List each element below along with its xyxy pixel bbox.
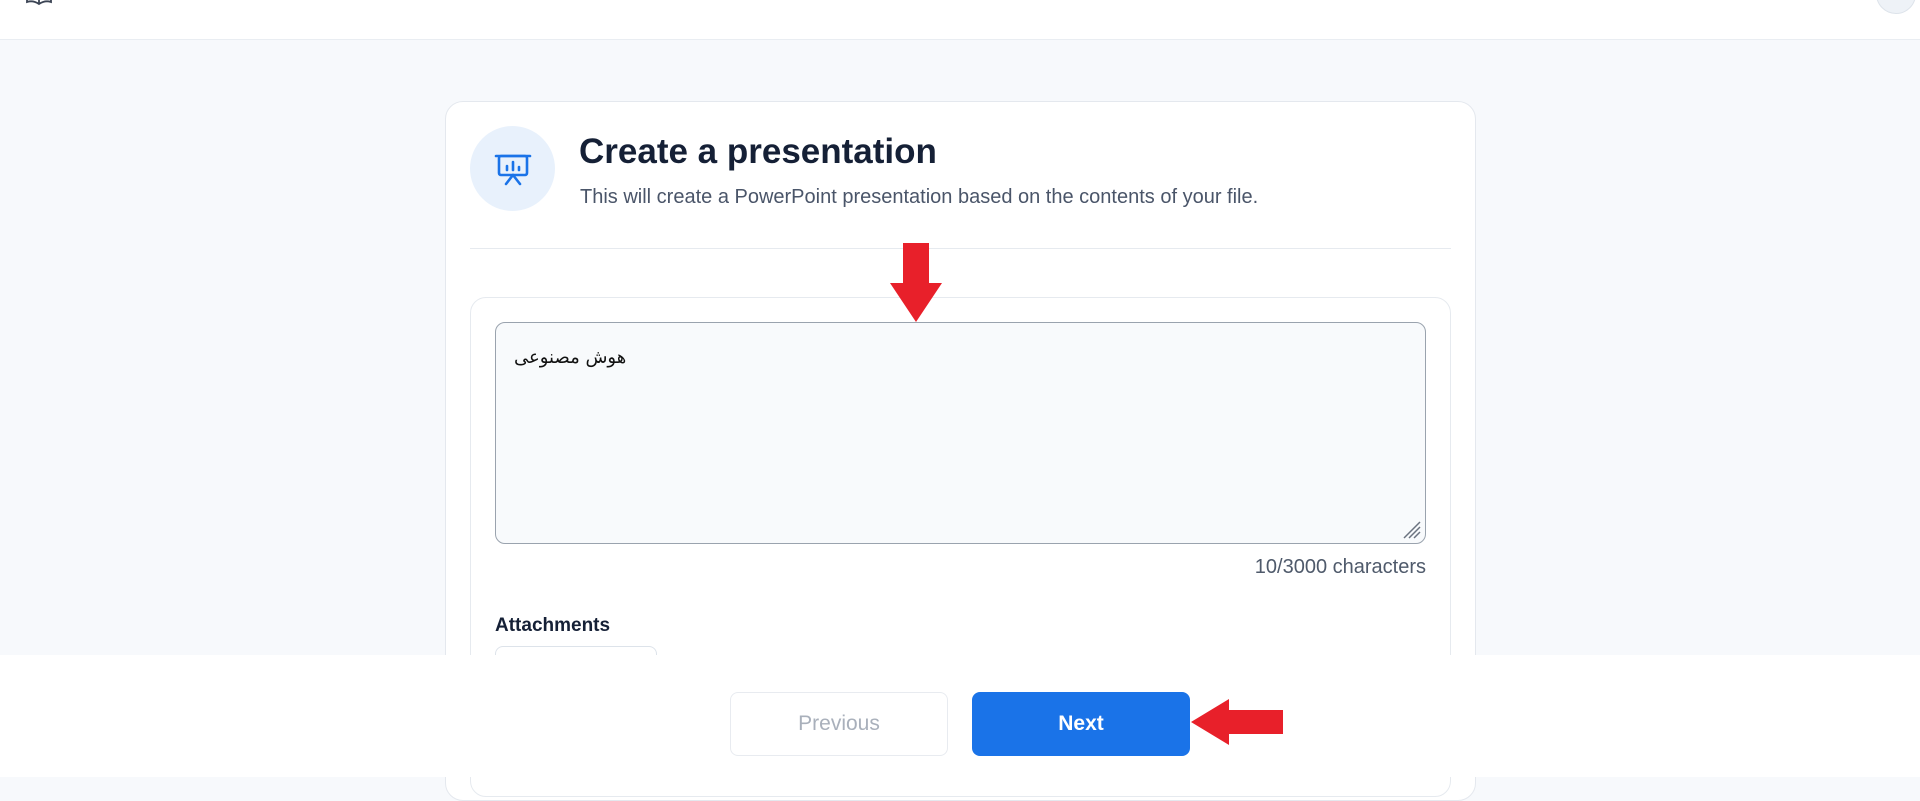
footer-bar: Previous Next	[0, 655, 1920, 777]
divider	[470, 248, 1451, 249]
annotation-arrow-left-icon	[1191, 699, 1283, 745]
previous-button[interactable]: Previous	[730, 692, 948, 756]
prompt-value: هوش مصنوعی	[514, 347, 627, 368]
page-title: Create a presentation	[579, 132, 937, 171]
next-button[interactable]: Next	[972, 692, 1190, 756]
presentation-board-icon	[494, 154, 531, 185]
top-bar	[0, 0, 1920, 40]
annotation-arrow-down-icon	[890, 243, 942, 322]
attachments-label: Attachments	[495, 615, 611, 636]
user-avatar[interactable]	[1876, 0, 1916, 14]
character-count: 10/3000 characters	[1254, 556, 1426, 578]
header-icon-container	[470, 126, 555, 211]
prompt-textarea[interactable]: هوش مصنوعی	[495, 322, 1426, 544]
book-icon[interactable]	[26, 0, 52, 6]
page-subtitle: This will create a PowerPoint presentati…	[580, 186, 1259, 208]
resize-handle-icon[interactable]	[1401, 519, 1421, 539]
